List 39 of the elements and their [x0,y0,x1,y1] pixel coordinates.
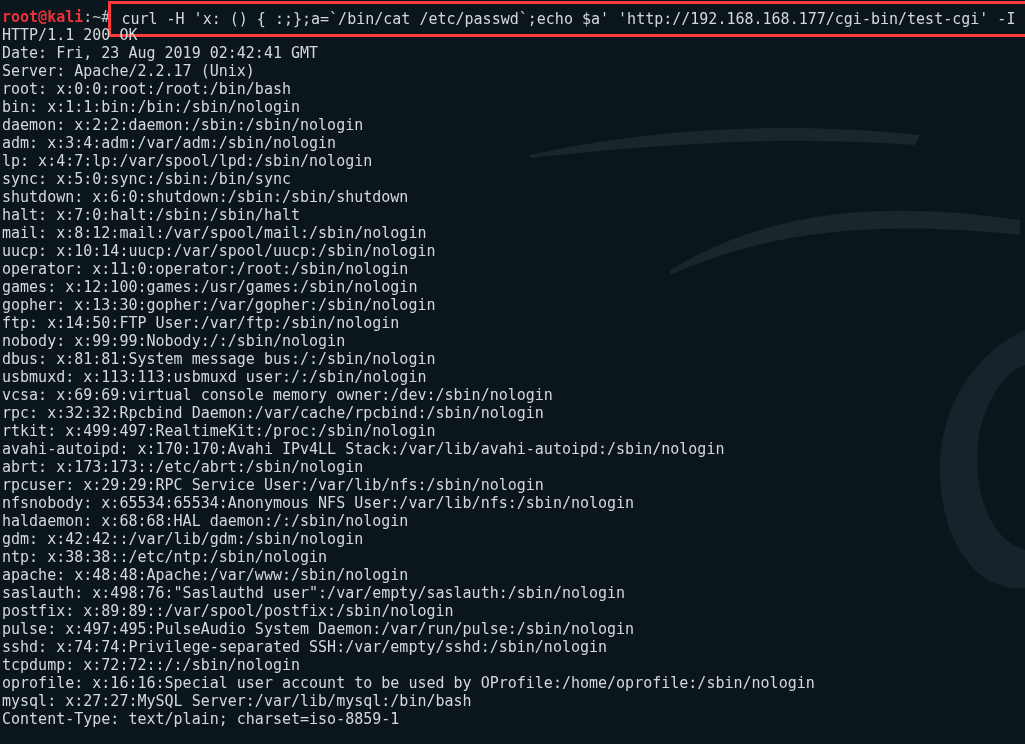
output-line: rtkit: x:499:497:RealtimeKit:/proc:/sbin/nologin [2,422,436,440]
output-line: gopher: x:13:30:gopher:/var/gopher:/sbin/nologin [2,296,436,314]
output-line: saslauth: x:498:76:"Saslauthd user":/var/empty/saslauth:/sbin/nologin [2,584,626,602]
output-line: nfsnobody: x:65534:65534:Anonymous NFS User:/var/lib/nfs:/sbin/nologin [2,494,635,512]
output-line: sync: x:5:0:sync:/sbin:/bin/sync [2,170,291,188]
output-line: Date: Fri, 23 Aug 2019 02:42:41 GMT [2,44,319,62]
output-line: nobody: x:99:99:Nobody:/:/sbin/nologin [2,332,346,350]
output-line: root: x:0:0:root:/root:/bin/bash [2,80,291,98]
output-line: haldaemon: x:68:68:HAL daemon:/:/sbin/nologin [2,512,409,530]
output-line: vcsa: x:69:69:virtual console memory owner:/dev:/sbin/nologin [2,386,553,404]
output-line: Server: Apache/2.2.17 (Unix) [2,62,255,80]
output-line: daemon: x:2:2:daemon:/sbin:/sbin/nologin [2,116,364,134]
output-line: mysql: x:27:27:MySQL Server:/var/lib/mysql:/bin/bash [2,692,472,710]
output-line: ntp: x:38:38::/etc/ntp:/sbin/nologin [2,548,328,566]
output-line: sshd: x:74:74:Privilege-separated SSH:/var/empty/sshd:/sbin/nologin [2,638,608,656]
output-line: shutdown: x:6:0:shutdown:/sbin:/sbin/shutdown [2,188,409,206]
output-line: uucp: x:10:14:uucp:/var/spool/uucp:/sbin/nologin [2,242,436,260]
output-line: dbus: x:81:81:System message bus:/:/sbin/nologin [2,350,436,368]
output-line: Content-Type: text/plain; charset=iso-8859-1 [2,710,400,728]
output-line: usbmuxd: x:113:113:usbmuxd user:/:/sbin/nologin [2,368,427,386]
output-line: abrt: x:173:173::/etc/abrt:/sbin/nologin [2,458,364,476]
output-line: postfix: x:89:89::/var/spool/postfix:/sbin/nologin [2,602,454,620]
output-line: apache: x:48:48:Apache:/var/www:/sbin/nologin [2,566,409,584]
output-line: adm: x:3:4:adm:/var/adm:/sbin/nologin [2,134,337,152]
output-line: oprofile: x:16:16:Special user account to be used by OProfile:/home/oprofile:/sbin/nologin [2,674,815,692]
output-line: avahi-autoipd: x:170:170:Avahi IPv4LL Stack:/var/lib/avahi-autoipd:/sbin/nologin [2,440,725,458]
output-line: rpc: x:32:32:Rpcbind Daemon:/var/cache/rpcbind:/sbin/nologin [2,404,544,422]
output-line: bin: x:1:1:bin:/bin:/sbin/nologin [2,98,300,116]
output-line: rpcuser: x:29:29:RPC Service User:/var/lib/nfs:/sbin/nologin [2,476,544,494]
output-line: tcpdump: x:72:72::/:/sbin/nologin [2,656,300,674]
output-line: pulse: x:497:495:PulseAudio System Daemon:/var/run/pulse:/sbin/nologin [2,620,635,638]
output-line: halt: x:7:0:halt:/sbin:/sbin/halt [2,206,300,224]
prompt-user-host: root@kali [2,8,84,26]
output-line: operator: x:11:0:operator:/root:/sbin/nologin [2,260,409,278]
output-line: games: x:12:100:games:/usr/games:/sbin/nologin [2,278,418,296]
output-line: ftp: x:14:50:FTP User:/var/ftp:/sbin/nologin [2,314,400,332]
output-line: gdm: x:42:42::/var/lib/gdm:/sbin/nologin [2,530,364,548]
output-line: lp: x:4:7:lp:/var/spool/lpd:/sbin/nologin [2,152,373,170]
output-line: mail: x:8:12:mail:/var/spool/mail:/sbin/nologin [2,224,427,242]
